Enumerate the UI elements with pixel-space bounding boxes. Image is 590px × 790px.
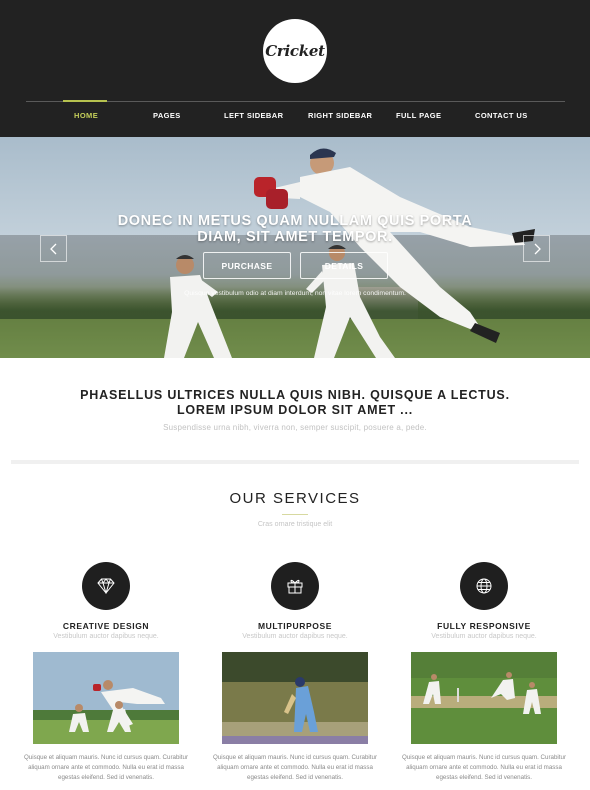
intro-heading-line-1: PHASELLUS ULTRICES NULLA QUIS NIBH. QUIS…	[80, 388, 510, 402]
service-description-line-1: Quisque et aliquam mauris. Nunc id cursu…	[212, 754, 378, 761]
nav-active-indicator	[63, 100, 107, 102]
nav-item-pages[interactable]: PAGES	[153, 111, 181, 120]
service-description: Quisque et aliquam mauris. Nunc id cursu…	[211, 753, 379, 783]
service-description-line-2: aliquam ornare ante et commodo. Nulla eu…	[406, 764, 562, 771]
service-icon-circle	[82, 562, 130, 610]
hero-title: DONEC IN METUS QUAM NULLAM QUIS PORTA DI…	[100, 213, 490, 245]
details-button[interactable]: DETAILS	[300, 252, 388, 279]
service-description: Quisque et aliquam mauris. Nunc id cursu…	[400, 753, 568, 783]
service-image-field-match[interactable]	[411, 652, 557, 744]
chevron-right-icon	[534, 243, 541, 254]
intro-heading-line-2: LOREM IPSUM DOLOR SIT AMET ...	[176, 403, 414, 417]
service-description-line-2: aliquam ornare ante et commodo. Nulla eu…	[28, 764, 184, 771]
intro-heading: PHASELLUS ULTRICES NULLA QUIS NIBH. QUIS…	[40, 388, 550, 418]
globe-icon	[476, 578, 492, 594]
hero-title-line-2: DIAM, SIT AMET TEMPOR.	[197, 229, 393, 245]
service-subtitle: Vestibulum auctor dapibus neque.	[53, 633, 159, 640]
slider-next-button[interactable]	[523, 235, 550, 262]
nav-item-left-sidebar[interactable]: LEFT SIDEBAR	[224, 111, 283, 120]
service-subtitle: Vestibulum auctor dapibus neque.	[242, 633, 348, 640]
service-icon-circle	[271, 562, 319, 610]
purchase-button[interactable]: PURCHASE	[203, 252, 291, 279]
gift-icon	[287, 579, 303, 594]
nav-item-contact-us[interactable]: CONTACT US	[475, 111, 528, 120]
hero-title-line-1: DONEC IN METUS QUAM NULLAM QUIS PORTA	[117, 213, 473, 229]
service-image-keeper-diving[interactable]	[33, 652, 179, 744]
service-subtitle: Vestibulum auctor dapibus neque.	[431, 633, 537, 640]
chevron-left-icon	[49, 243, 56, 254]
site-header: Cricket HOME PAGES LEFT SIDEBAR RIGHT SI…	[0, 0, 590, 137]
service-description: Quisque et aliquam mauris. Nunc id cursu…	[22, 753, 190, 783]
diving-player-figure	[254, 148, 535, 343]
hero-cricket-players-image	[164, 148, 535, 358]
service-description-line-3: egestas eleifend. Sed id venenatis.	[247, 774, 343, 781]
logo-text: Cricket	[265, 42, 325, 60]
service-title: FULLY RESPONSIVE	[437, 621, 531, 631]
service-description-line-1: Quisque et aliquam mauris. Nunc id cursu…	[401, 754, 567, 761]
service-image-batsman[interactable]	[222, 652, 368, 744]
main-nav: HOME PAGES LEFT SIDEBAR RIGHT SIDEBAR FU…	[26, 111, 565, 127]
service-description-line-2: aliquam ornare ante et commodo. Nulla eu…	[217, 764, 373, 771]
section-divider	[11, 460, 579, 464]
site-logo[interactable]: Cricket	[263, 19, 327, 83]
slider-prev-button[interactable]	[40, 235, 67, 262]
nav-item-right-sidebar[interactable]: RIGHT SIDEBAR	[308, 111, 372, 120]
intro-subtext: Suspendisse urna nibh, viverra non, semp…	[163, 423, 427, 432]
diamond-icon	[97, 578, 115, 594]
hero-slider: DONEC IN METUS QUAM NULLAM QUIS PORTA DI…	[0, 137, 590, 358]
services-subtitle: Cras ornare tristique elit	[257, 521, 333, 528]
service-title: MULTIPURPOSE	[257, 621, 333, 631]
hero-caption: Quisque vestibulum odio at diam interdum…	[184, 290, 406, 297]
nav-item-full-page[interactable]: FULL PAGE	[396, 111, 441, 120]
service-description-line-3: egestas eleifend. Sed id venenatis.	[58, 774, 154, 781]
nav-item-home[interactable]: HOME	[74, 111, 98, 120]
service-description-line-1: Quisque et aliquam mauris. Nunc id cursu…	[23, 754, 189, 761]
services-title-underline	[282, 514, 308, 515]
services-title: OUR SERVICES	[229, 490, 361, 507]
service-title: CREATIVE DESIGN	[62, 621, 150, 631]
service-icon-circle	[460, 562, 508, 610]
service-description-line-3: egestas eleifend. Sed id venenatis.	[436, 774, 532, 781]
